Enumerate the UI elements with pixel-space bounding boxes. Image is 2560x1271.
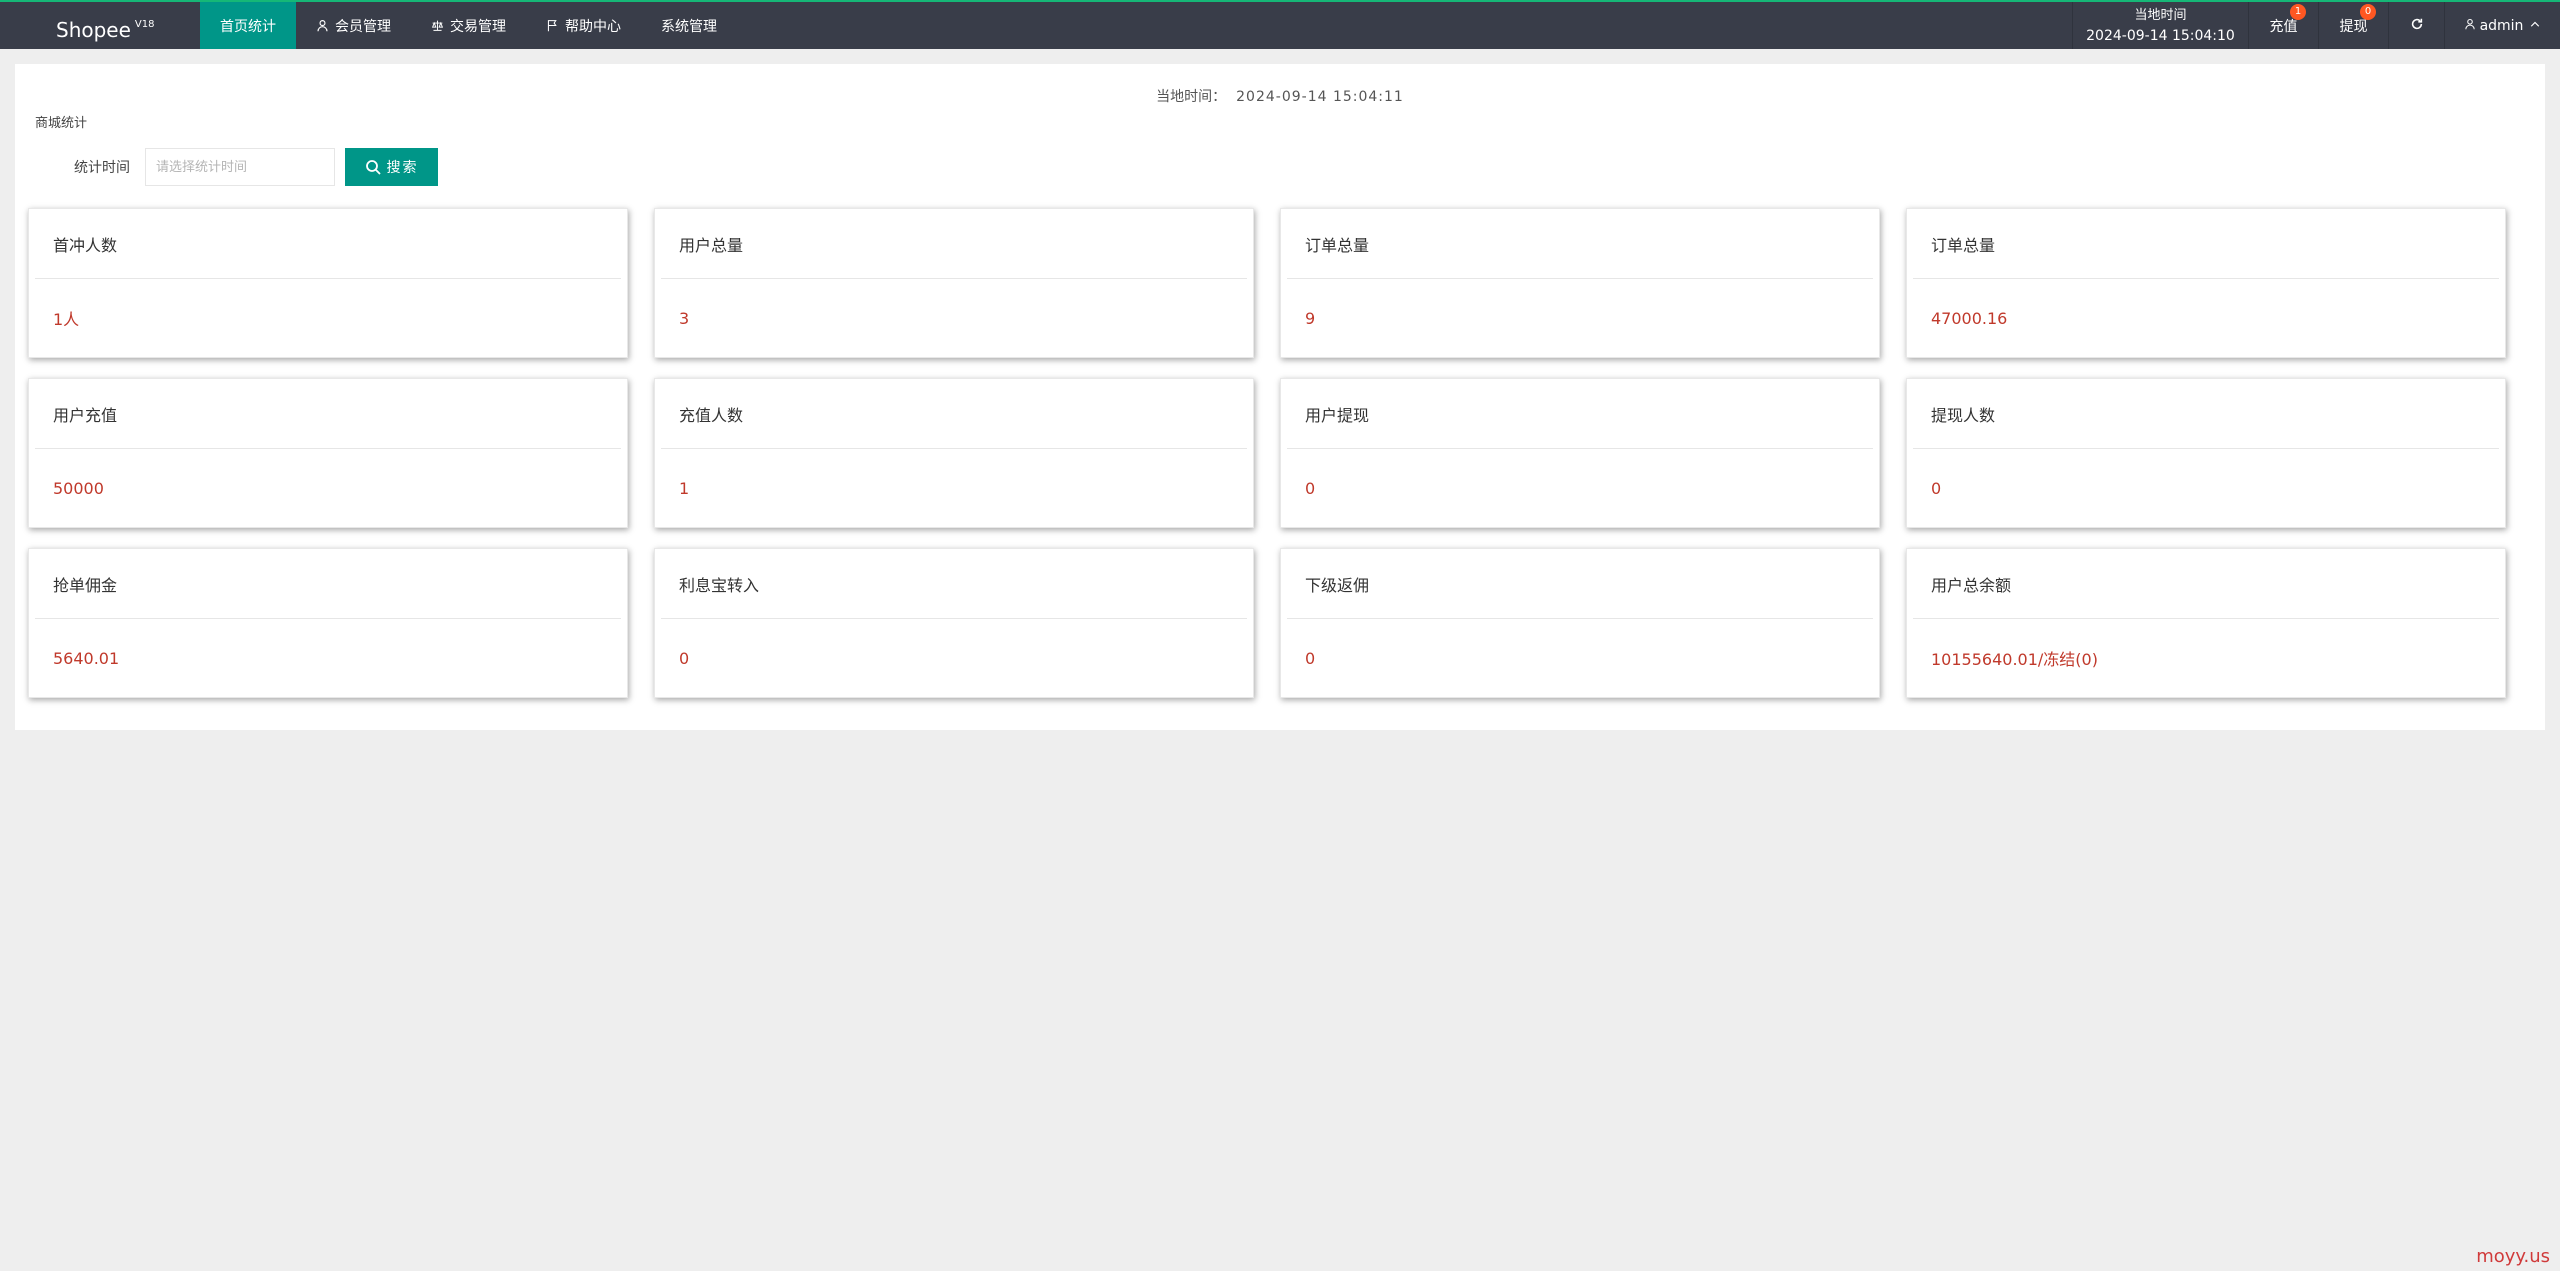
stat-card: 下级返佣 0 xyxy=(1280,548,1880,698)
stat-title: 抢单佣金 xyxy=(35,549,621,619)
user-icon xyxy=(316,19,329,32)
stat-card: 订单总量 47000.16 xyxy=(1906,208,2506,358)
username: admin xyxy=(2479,17,2524,34)
stat-title: 订单总量 xyxy=(1913,209,2499,279)
stat-value: 10155640.01/冻结(0) xyxy=(1931,650,2098,669)
stat-value: 0 xyxy=(1305,648,1316,668)
stat-card: 提现人数 0 xyxy=(1906,378,2506,528)
stat-title: 用户总量 xyxy=(661,209,1247,279)
stat-title: 首冲人数 xyxy=(35,209,621,279)
nav-label: 系统管理 xyxy=(661,18,717,35)
recharge-link[interactable]: 充值 1 xyxy=(2248,2,2318,49)
nav-item-trading[interactable]: 交易管理 xyxy=(411,2,526,49)
nav-item-help[interactable]: 帮助中心 xyxy=(526,2,641,49)
stat-card: 订单总量 9 xyxy=(1280,208,1880,358)
nav-label: 交易管理 xyxy=(450,18,506,35)
stat-card: 首冲人数 1人 xyxy=(28,208,628,358)
section-title: 商城统计 xyxy=(35,116,88,131)
stat-value: 3 xyxy=(679,308,690,328)
withdraw-badge: 0 xyxy=(2360,4,2376,20)
watermark: moyy.us xyxy=(2476,1246,2550,1267)
date-range-input[interactable] xyxy=(145,148,335,186)
refresh-icon xyxy=(2410,17,2424,35)
stat-title: 下级返佣 xyxy=(1287,549,1873,619)
stats-panel: 当地时间： 2024-09-14 15:04:11 商城统计 统计时间 搜索 首冲… xyxy=(15,64,2545,730)
recharge-badge: 1 xyxy=(2290,4,2306,20)
nav-label: 首页统计 xyxy=(220,18,276,35)
local-time-display: 当地时间： 2024-09-14 15:04:11 xyxy=(15,86,2545,106)
stat-card: 用户总余额 10155640.01/冻结(0) xyxy=(1906,548,2506,698)
nav-label: 帮助中心 xyxy=(565,18,621,35)
nav-item-system[interactable]: 系统管理 xyxy=(641,2,737,49)
stat-card: 用户总量 3 xyxy=(654,208,1254,358)
top-navbar: Shopee V18 首页统计 会员管理 交易管理 帮助中心 系统管理 当地时间… xyxy=(0,0,2560,49)
search-label: 统计时间 xyxy=(74,160,130,176)
nav-label: 会员管理 xyxy=(335,18,391,35)
stats-grid: 首冲人数 1人 用户总量 3 订单总量 9 订单总量 47000.16 用户充值 5000… xyxy=(28,208,2522,698)
header-local-time: 当地时间 2024-09-14 15:04:10 xyxy=(2072,2,2248,49)
stat-card: 充值人数 1 xyxy=(654,378,1254,528)
scale-icon xyxy=(431,19,444,32)
user-icon xyxy=(2464,18,2480,34)
time-value: 2024-09-14 15:04:10 xyxy=(2086,27,2235,44)
brand-logo[interactable]: Shopee V18 xyxy=(56,12,155,42)
stat-card: 用户充值 50000 xyxy=(28,378,628,528)
brand-name: Shopee xyxy=(56,18,131,42)
local-time-value: 2024-09-14 15:04:11 xyxy=(1236,89,1404,105)
withdraw-link[interactable]: 提现 0 xyxy=(2318,2,2388,49)
search-button-label: 搜索 xyxy=(386,160,419,176)
user-menu[interactable]: admin xyxy=(2444,2,2560,49)
stat-value: 1 xyxy=(679,478,690,498)
stat-value: 0 xyxy=(1305,478,1316,498)
stat-value: 9 xyxy=(1305,308,1316,328)
nav-item-members[interactable]: 会员管理 xyxy=(296,2,411,49)
stat-title: 用户总余额 xyxy=(1913,549,2499,619)
brand-version: V18 xyxy=(134,19,155,30)
stat-value: 1人 xyxy=(53,310,80,329)
stat-card: 利息宝转入 0 xyxy=(654,548,1254,698)
chevron-up-icon xyxy=(2529,18,2541,34)
stat-card: 抢单佣金 5640.01 xyxy=(28,548,628,698)
stat-value: 5640.01 xyxy=(53,648,120,668)
stat-title: 订单总量 xyxy=(1287,209,1873,279)
stat-value: 47000.16 xyxy=(1931,308,2008,328)
nav-item-home-stats[interactable]: 首页统计 xyxy=(200,2,296,49)
time-label: 当地时间 xyxy=(2134,7,2187,23)
main-nav: 首页统计 会员管理 交易管理 帮助中心 系统管理 xyxy=(200,2,737,49)
stat-value: 0 xyxy=(1931,478,1942,498)
search-icon xyxy=(365,160,381,175)
stat-title: 用户提现 xyxy=(1287,379,1873,449)
header-right: 当地时间 2024-09-14 15:04:10 充值 1 提现 0 admin xyxy=(2072,2,2560,49)
stat-title: 提现人数 xyxy=(1913,379,2499,449)
search-button[interactable]: 搜索 xyxy=(345,148,438,186)
flag-icon xyxy=(546,19,559,32)
stat-value: 50000 xyxy=(53,478,104,498)
stat-title: 用户充值 xyxy=(35,379,621,449)
stat-value: 0 xyxy=(679,648,690,668)
refresh-button[interactable] xyxy=(2388,2,2444,49)
stat-title: 充值人数 xyxy=(661,379,1247,449)
stat-title: 利息宝转入 xyxy=(661,549,1247,619)
stat-card: 用户提现 0 xyxy=(1280,378,1880,528)
search-form: 统计时间 搜索 xyxy=(35,148,438,186)
local-time-label: 当地时间： xyxy=(1156,89,1227,105)
